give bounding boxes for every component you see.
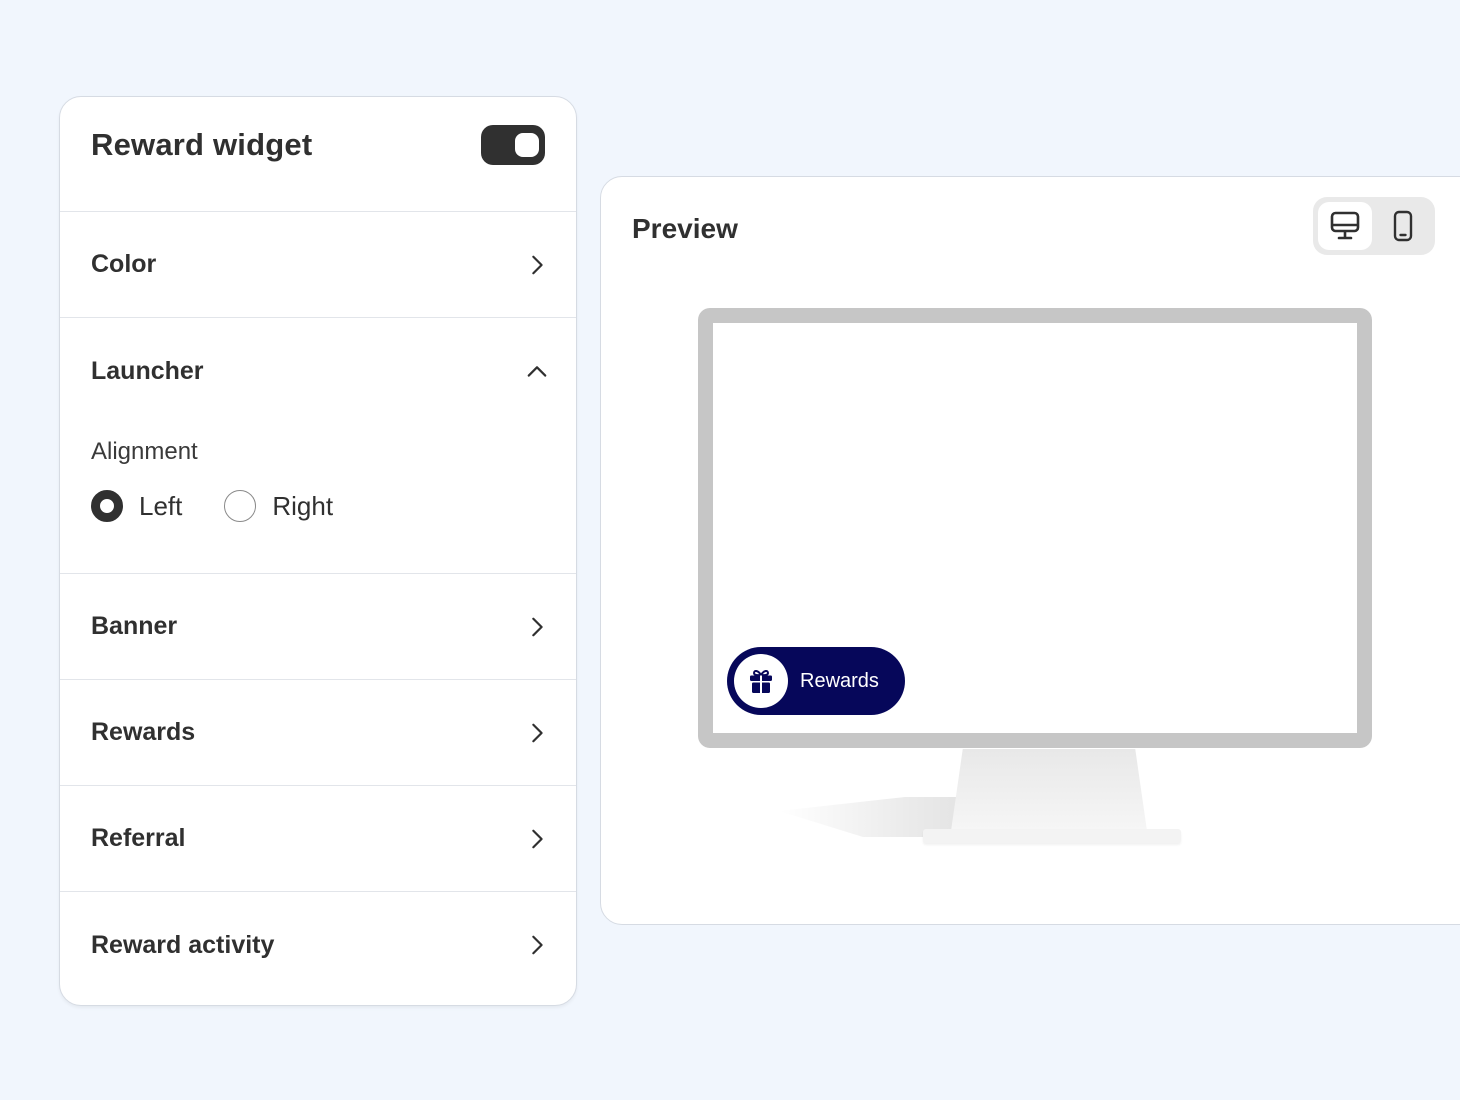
- chevron-right-icon: [523, 719, 551, 747]
- radio-selected-icon: [91, 490, 123, 522]
- monitor-stand-neck: [951, 749, 1147, 831]
- section-launcher-header[interactable]: Launcher: [91, 318, 547, 424]
- alignment-label: Alignment: [91, 438, 198, 465]
- section-rewards[interactable]: Rewards: [60, 680, 576, 786]
- settings-header: Reward widget: [60, 97, 576, 212]
- section-referral-label: Referral: [91, 824, 186, 852]
- section-launcher-label: Launcher: [91, 356, 204, 385]
- desktop-monitor-preview: Rewards: [698, 308, 1372, 748]
- section-color-label: Color: [91, 250, 157, 278]
- reward-widget-toggle[interactable]: [481, 125, 545, 165]
- chevron-up-icon: [523, 357, 551, 385]
- gift-icon-circle: [734, 654, 788, 708]
- section-referral[interactable]: Referral: [60, 786, 576, 892]
- chevron-right-icon: [523, 931, 551, 959]
- preview-title: Preview: [632, 213, 738, 244]
- rewards-launcher-button[interactable]: Rewards: [727, 647, 905, 715]
- alignment-right-label: Right: [272, 490, 334, 521]
- alignment-left-label: Left: [139, 490, 183, 521]
- alignment-right-radio[interactable]: Right: [224, 490, 333, 522]
- alignment-left-radio[interactable]: Left: [91, 490, 182, 522]
- chevron-right-icon: [523, 613, 551, 641]
- desktop-preview-button[interactable]: [1318, 202, 1372, 250]
- section-rewards-label: Rewards: [91, 718, 196, 746]
- gift-icon: [750, 669, 772, 693]
- radio-unselected-icon: [224, 490, 257, 522]
- section-banner[interactable]: Banner: [60, 574, 576, 680]
- mobile-preview-button[interactable]: [1376, 202, 1430, 250]
- section-launcher: Launcher Alignment Left Right: [60, 318, 576, 574]
- chevron-right-icon: [523, 251, 551, 279]
- device-switcher: [1313, 197, 1435, 255]
- preview-panel: Preview Rewards: [600, 176, 1460, 925]
- section-reward-activity-label: Reward activity: [91, 930, 275, 959]
- section-banner-label: Banner: [91, 612, 178, 640]
- mobile-icon: [1393, 210, 1413, 242]
- section-reward-activity[interactable]: Reward activity: [60, 892, 576, 998]
- alignment-radio-group: Left Right: [91, 490, 545, 522]
- chevron-right-icon: [523, 825, 551, 853]
- monitor-stand-base: [923, 829, 1181, 843]
- desktop-icon: [1330, 211, 1360, 240]
- rewards-launcher-label: Rewards: [800, 669, 879, 692]
- section-color[interactable]: Color: [60, 212, 576, 318]
- settings-title: Reward widget: [91, 127, 313, 162]
- toggle-knob: [515, 133, 539, 157]
- reward-widget-settings-panel: Reward widget Color Launcher Alignment L…: [59, 96, 577, 1006]
